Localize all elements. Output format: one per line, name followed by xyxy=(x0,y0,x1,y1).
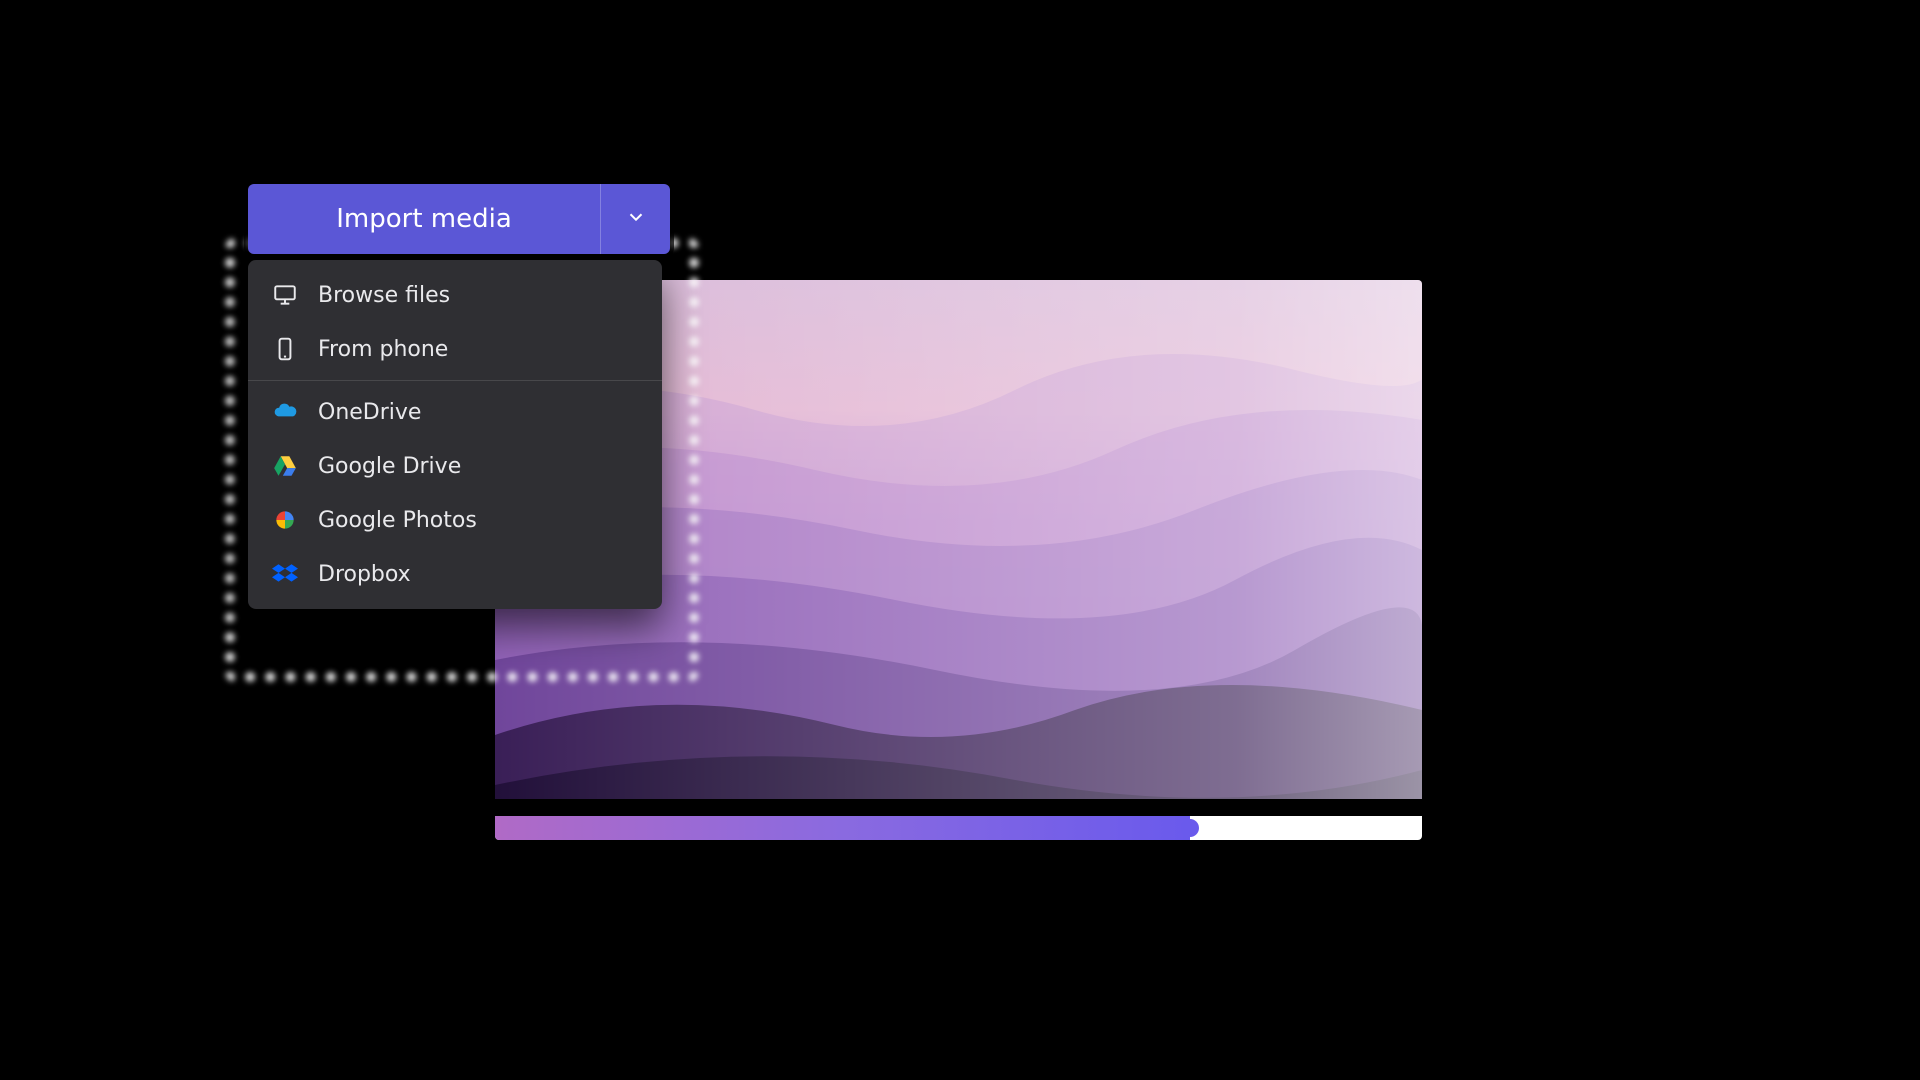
menu-item-google-drive[interactable]: Google Drive xyxy=(248,439,662,493)
import-media-button[interactable]: Import media xyxy=(248,184,600,254)
menu-item-from-phone[interactable]: From phone xyxy=(248,322,662,376)
import-media-cluster: Import media Browse files xyxy=(248,184,670,609)
timeline-playhead[interactable] xyxy=(1181,819,1199,837)
monitor-icon xyxy=(272,282,298,308)
google-drive-icon xyxy=(272,453,298,479)
import-media-dropdown-toggle[interactable] xyxy=(600,184,670,254)
timeline-track[interactable] xyxy=(495,816,1422,840)
import-media-split-button: Import media xyxy=(248,184,670,254)
menu-item-onedrive[interactable]: OneDrive xyxy=(248,385,662,439)
menu-separator xyxy=(248,380,662,381)
menu-item-label: Google Drive xyxy=(318,454,461,479)
menu-item-browse-files[interactable]: Browse files xyxy=(248,268,662,322)
menu-item-dropbox[interactable]: Dropbox xyxy=(248,547,662,601)
menu-item-label: Browse files xyxy=(318,283,450,308)
menu-item-label: Dropbox xyxy=(318,562,411,587)
timeline-fill xyxy=(495,816,1190,840)
timeline-gap xyxy=(495,799,1422,816)
phone-icon xyxy=(272,336,298,362)
menu-item-label: From phone xyxy=(318,337,448,362)
onedrive-icon xyxy=(272,399,298,425)
menu-item-label: OneDrive xyxy=(318,400,421,425)
menu-item-google-photos[interactable]: Google Photos xyxy=(248,493,662,547)
dropbox-icon xyxy=(272,561,298,587)
menu-item-label: Google Photos xyxy=(318,508,477,533)
import-media-menu: Browse files From phone OneDrive xyxy=(248,260,662,609)
google-photos-icon xyxy=(272,507,298,533)
chevron-down-icon xyxy=(625,206,647,232)
import-media-label: Import media xyxy=(336,204,512,234)
